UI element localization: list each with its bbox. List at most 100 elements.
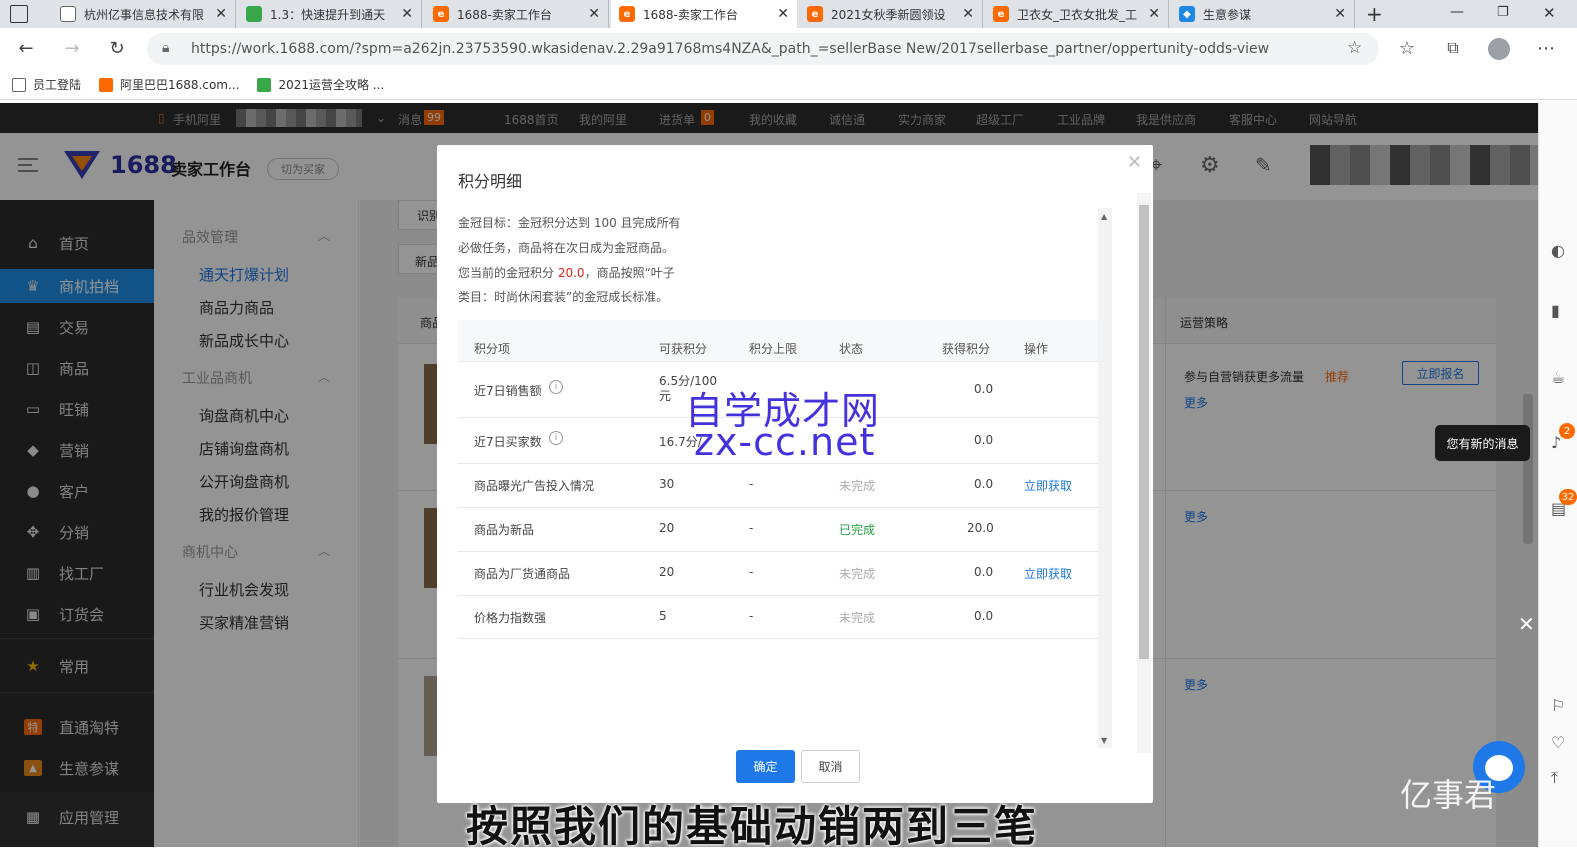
more-icon[interactable]: ⋯ xyxy=(1532,34,1560,62)
bookmark-label: 阿里巴巴1688.com... xyxy=(120,78,240,92)
browser-tab[interactable]: e 1688-卖家工作台 ✕ xyxy=(425,0,609,28)
bookmark-item[interactable]: 2021运营全攻略 ... xyxy=(257,76,384,93)
browser-tab[interactable]: 杭州亿事信息技术有限 ✕ xyxy=(52,0,236,28)
bookmark-icon[interactable]: ▮ xyxy=(1551,301,1560,320)
top-icon[interactable]: ⤒ xyxy=(1551,768,1558,788)
close-icon[interactable]: ✕ xyxy=(1334,6,1346,22)
status-badge: 未完成 xyxy=(839,479,876,493)
bookmark-item[interactable]: 员工登陆 xyxy=(12,76,81,93)
points-limit: - xyxy=(749,565,754,579)
browser-tab[interactable]: e 卫衣女_卫衣女批发_工 ✕ xyxy=(985,0,1169,28)
close-icon[interactable]: ✕ xyxy=(401,6,413,22)
column-header: 操作 xyxy=(1024,342,1049,356)
close-icon[interactable]: ✕ xyxy=(962,6,974,22)
cup-icon[interactable]: ☕︎ xyxy=(1551,368,1565,387)
back-icon[interactable]: ← xyxy=(12,34,40,62)
bookmark-item[interactable]: 阿里巴巴1688.com... xyxy=(99,76,239,93)
browser-tab-active[interactable]: e 1688-卖家工作台 ✕ xyxy=(611,0,797,28)
site-1688-icon: e xyxy=(433,6,449,22)
tab-title: 生意参谋 xyxy=(1203,7,1252,22)
leaf-icon xyxy=(246,6,262,22)
earned-points: 0.0 xyxy=(974,609,994,623)
tab-title: 2021女秋季新圆领设 xyxy=(831,7,946,22)
status-badge: 已完成 xyxy=(839,523,876,537)
reload-icon[interactable]: ↻ xyxy=(103,34,131,62)
restore-icon[interactable]: ❐ xyxy=(1497,5,1509,20)
tab-title: 杭州亿事信息技术有限 xyxy=(84,7,205,22)
tab-actions-icon[interactable] xyxy=(10,5,28,23)
watermark-url: zx-cc.net xyxy=(694,420,876,464)
points-item: 近7日销售额 xyxy=(474,384,542,398)
window-close-icon[interactable]: ✕ xyxy=(1543,4,1556,22)
help-icon[interactable]: ◐ xyxy=(1551,241,1565,260)
goal-description: 必做任务，商品将在次日成为金冠商品。 xyxy=(458,241,675,255)
available-points: 20 xyxy=(659,521,675,535)
favorites-icon[interactable]: ☆ xyxy=(1393,34,1421,62)
close-icon[interactable]: ✕ xyxy=(215,6,227,22)
close-icon[interactable]: ✕ xyxy=(588,6,600,22)
scroll-up-icon[interactable]: ▲ xyxy=(1101,212,1107,221)
bag-icon[interactable]: ♡ xyxy=(1551,733,1565,752)
points-limit: - xyxy=(749,609,754,623)
profile-avatar[interactable] xyxy=(1488,38,1510,60)
modal-inner-scrollbar[interactable]: ▲ ▼ xyxy=(1098,208,1112,748)
leaf-icon xyxy=(257,77,272,92)
column-header: 可获积分 xyxy=(659,342,708,356)
browser-tab[interactable]: 1.3：快速提升到通天 ✕ xyxy=(238,0,422,28)
browser-tab[interactable]: e 2021女秋季新圆领设 ✕ xyxy=(799,0,983,28)
favorite-add-icon[interactable]: ☆ xyxy=(1347,38,1362,58)
earned-points: 0.0 xyxy=(974,433,994,447)
site-1688-icon: e xyxy=(619,6,635,22)
points-item: 近7日买家数 xyxy=(474,435,542,449)
collections-icon[interactable]: ⧉ xyxy=(1439,34,1467,62)
info-icon[interactable]: i xyxy=(549,380,563,394)
info-icon[interactable]: i xyxy=(549,431,563,445)
browser-tab-bar: 杭州亿事信息技术有限 ✕ 1.3：快速提升到通天 ✕ e 1688-卖家工作台 … xyxy=(0,0,1577,28)
close-icon[interactable]: ✕ xyxy=(777,6,789,22)
page-icon xyxy=(12,77,26,92)
get-now-link[interactable]: 立即获取 xyxy=(1024,477,1072,494)
url-text: https://work.1688.com/?spm=a262jn.237535… xyxy=(191,41,1270,57)
right-tool-strip: ◐ ▮ ☕︎ ♪ 2 ▤ 32 ⚐ ♡ ⤒ xyxy=(1538,103,1577,847)
table-row xyxy=(458,507,1098,551)
message-badge: 32 xyxy=(1559,489,1577,505)
browser-tab[interactable]: ◆ 生意参谋 ✕ xyxy=(1171,0,1355,28)
tab-title: 卫衣女_卫衣女批发_工 xyxy=(1017,7,1138,22)
status-badge: 未完成 xyxy=(839,611,876,625)
points-item: 商品为厂货通商品 xyxy=(474,567,571,581)
scroll-down-icon[interactable]: ▼ xyxy=(1101,736,1107,745)
available-points: 20 xyxy=(659,565,675,579)
column-header: 积分项 xyxy=(474,342,511,356)
minimize-icon[interactable]: — xyxy=(1450,4,1464,20)
points-item: 商品为新品 xyxy=(474,523,535,537)
new-tab-button[interactable]: + xyxy=(1366,2,1383,26)
current-score-text: 您当前的金冠积分 20.0，商品按照“叶子 xyxy=(458,266,675,280)
close-icon[interactable]: ✕ xyxy=(1518,612,1535,636)
bookmark-label: 2021运营全攻略 ... xyxy=(278,78,385,92)
table-row xyxy=(458,595,1098,639)
cancel-button[interactable]: 取消 xyxy=(801,750,860,783)
goal-description: 类目：时尚休闲套装”的金冠成长标准。 xyxy=(458,290,669,304)
get-now-link[interactable]: 立即获取 xyxy=(1024,565,1072,582)
scrollbar-thumb[interactable] xyxy=(1139,205,1149,659)
earned-points: 20.0 xyxy=(967,521,994,535)
bookmarks-bar: 员工登陆 阿里巴巴1688.com... 2021运营全攻略 ... xyxy=(0,70,1577,100)
tab-title: 1.3：快速提升到通天 xyxy=(270,7,386,22)
modal-scrollbar[interactable] xyxy=(1137,193,1151,753)
site-1688-icon: e xyxy=(993,6,1009,22)
forward-icon[interactable]: → xyxy=(58,34,86,62)
new-message-tooltip[interactable]: 您有新的消息 xyxy=(1435,425,1530,461)
modal-title: 积分明细 xyxy=(458,172,523,191)
flag-icon[interactable]: ⚐ xyxy=(1551,696,1565,715)
earned-points: 0.0 xyxy=(974,382,994,396)
earned-points: 0.0 xyxy=(974,565,994,579)
close-icon[interactable]: ✕ xyxy=(1148,6,1160,22)
address-bar[interactable]: 🔒︎ https://work.1688.com/?spm=a262jn.237… xyxy=(147,33,1379,65)
earned-points: 0.0 xyxy=(974,477,994,491)
close-icon[interactable]: ✕ xyxy=(1127,152,1142,173)
video-subtitle: 按照我们的基础动销两到三笔 xyxy=(466,802,1039,851)
column-header: 获得积分 xyxy=(942,342,991,356)
confirm-button[interactable]: 确定 xyxy=(736,750,795,783)
available-points: 30 xyxy=(659,477,675,491)
column-header: 状态 xyxy=(839,342,864,356)
